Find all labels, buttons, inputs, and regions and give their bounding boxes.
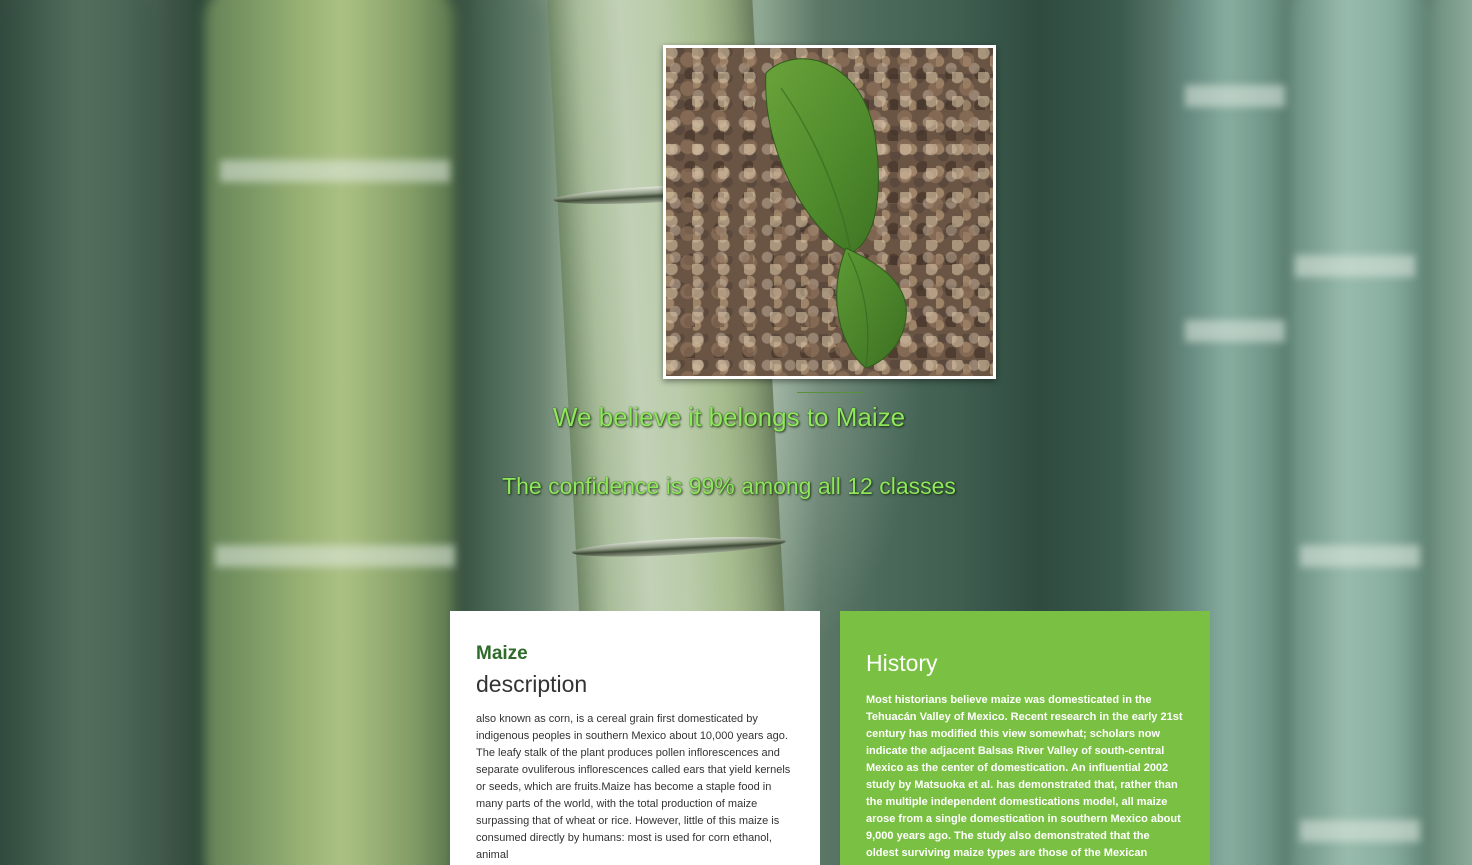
confidence-text: The confidence is 99% among all 12 class… [502, 473, 956, 499]
bamboo-node-blur [1300, 545, 1420, 567]
plant-name: Maize [476, 643, 528, 664]
seedling-illustration [765, 58, 907, 369]
bamboo-node-blur [1300, 820, 1420, 842]
bamboo-node-blur [215, 545, 455, 567]
description-body: also known as corn, is a cereal grain fi… [476, 713, 791, 861]
uploaded-plant-image [663, 45, 996, 379]
bamboo-node-blur [1185, 85, 1285, 107]
history-heading: History [866, 650, 938, 676]
bamboo-node-blur [1185, 320, 1285, 342]
history-body: Most historians believe maize was domest… [866, 694, 1183, 859]
description-heading: description [476, 671, 588, 697]
prediction-text: We believe it belongs to Maize [552, 402, 906, 432]
result-divider [797, 392, 863, 393]
history-card: History Most historians believe maize wa… [840, 611, 1210, 865]
bamboo-node [571, 533, 787, 561]
bamboo-node-blur [1295, 255, 1415, 277]
description-card: Maize description also known as corn, is… [450, 611, 820, 865]
bamboo-node-blur [220, 160, 450, 182]
